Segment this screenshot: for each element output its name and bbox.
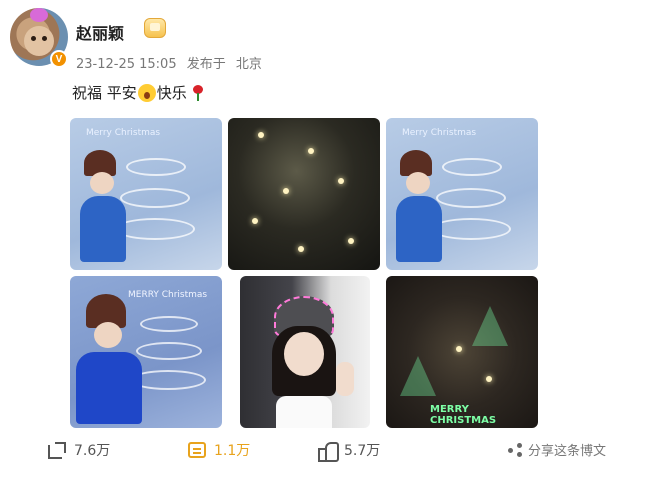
light <box>252 218 258 224</box>
post-header: V 赵丽颖 23-12-25 15:05 发布于 北京 <box>10 8 650 78</box>
action-bar: 7.6万 1.1万 5.7万 分享这条博文 <box>0 432 660 472</box>
photo-grid: Merry Christmas Merry Christmas MERRY Ch… <box>70 118 540 430</box>
photo-6-caption: MERRY CHRISTMAS <box>430 404 497 426</box>
repost-button[interactable]: 7.6万 <box>48 440 110 460</box>
member-crown-icon[interactable] <box>144 18 166 38</box>
post-meta: 23-12-25 15:05 发布于 北京 <box>76 53 268 72</box>
light <box>486 376 492 382</box>
rose-emoji-icon <box>191 84 205 101</box>
tree-swirl <box>436 188 506 208</box>
comment-icon <box>188 442 206 458</box>
light <box>348 238 354 244</box>
light <box>456 346 462 352</box>
photo-1[interactable]: Merry Christmas <box>70 118 222 270</box>
repost-icon <box>48 442 66 459</box>
caption-text-2: 快乐 <box>156 84 187 102</box>
photo-5[interactable] <box>240 276 370 428</box>
sweater <box>80 196 126 262</box>
top <box>276 396 332 428</box>
light <box>258 132 264 138</box>
neon-tree-icon <box>400 356 436 396</box>
photo-3[interactable]: Merry Christmas <box>386 118 538 270</box>
tree-swirl <box>126 158 186 176</box>
post-location-prefix: 发布于 <box>186 57 226 72</box>
tree-swirl <box>442 158 502 176</box>
share-post-button[interactable]: 分享这条博文 <box>508 440 606 459</box>
face <box>284 332 324 376</box>
repost-count: 7.6万 <box>74 443 111 459</box>
share-icon <box>508 442 522 457</box>
verified-icon: V <box>50 50 68 68</box>
like-button[interactable]: 5.7万 <box>318 440 381 462</box>
like-icon <box>318 442 339 462</box>
username[interactable]: 赵丽颖 <box>76 20 124 44</box>
tree-swirl <box>140 316 198 332</box>
light <box>283 188 289 194</box>
photo-4[interactable]: MERRY Christmas <box>70 276 222 428</box>
caption-text-1: 祝福 平安 <box>72 84 137 102</box>
face <box>90 172 114 194</box>
photo-6[interactable]: MERRY CHRISTMAS <box>386 276 538 428</box>
like-count: 5.7万 <box>344 443 381 459</box>
light <box>338 178 344 184</box>
tree-swirl <box>136 342 202 360</box>
sweater <box>396 196 442 262</box>
light <box>298 246 304 252</box>
photo-3-caption: Merry Christmas <box>402 128 477 138</box>
comment-count: 1.1万 <box>214 443 251 459</box>
share-post-text: 分享这条博文 <box>528 444 607 459</box>
peace-sign-icon <box>336 362 354 396</box>
post-caption: 祝福 平安 快乐 <box>72 82 205 103</box>
comment-button[interactable]: 1.1万 <box>188 440 250 460</box>
sweater <box>76 352 142 424</box>
face <box>94 322 122 348</box>
avatar-crown-icon <box>30 8 48 22</box>
photo-4-caption: MERRY Christmas <box>128 290 208 300</box>
tree-swirl <box>115 218 195 240</box>
avatar-face <box>24 26 54 56</box>
neon-tree-icon <box>472 306 508 346</box>
tree-swirl <box>120 188 190 208</box>
post-location: 北京 <box>235 57 262 72</box>
photo-1-caption: Merry Christmas <box>86 128 161 138</box>
post-timestamp: 23-12-25 15:05 <box>76 57 177 72</box>
light <box>308 148 314 154</box>
photo-2[interactable] <box>228 118 380 270</box>
tree-swirl <box>431 218 511 240</box>
face <box>406 172 430 194</box>
surprised-emoji-icon <box>137 83 156 102</box>
